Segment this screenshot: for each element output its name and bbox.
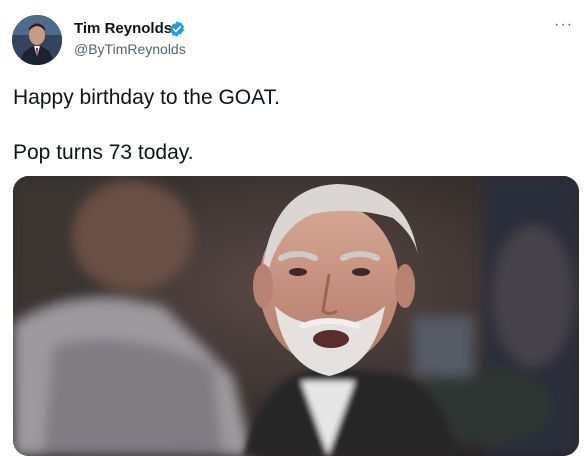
tweet-text-line-2: Pop turns 73 today. bbox=[13, 141, 194, 164]
author-handle[interactable]: @ByTimReynolds bbox=[74, 41, 186, 57]
tweet-media-photo[interactable] bbox=[13, 176, 579, 456]
more-options-icon[interactable]: ··· bbox=[554, 17, 573, 33]
author-name[interactable]: Tim Reynolds bbox=[74, 20, 172, 37]
author-avatar[interactable] bbox=[12, 15, 62, 65]
coach-photo-illustration bbox=[13, 176, 579, 456]
verified-badge-icon bbox=[168, 20, 186, 38]
tweet-text-line-1: Happy birthday to the GOAT. bbox=[13, 86, 280, 109]
